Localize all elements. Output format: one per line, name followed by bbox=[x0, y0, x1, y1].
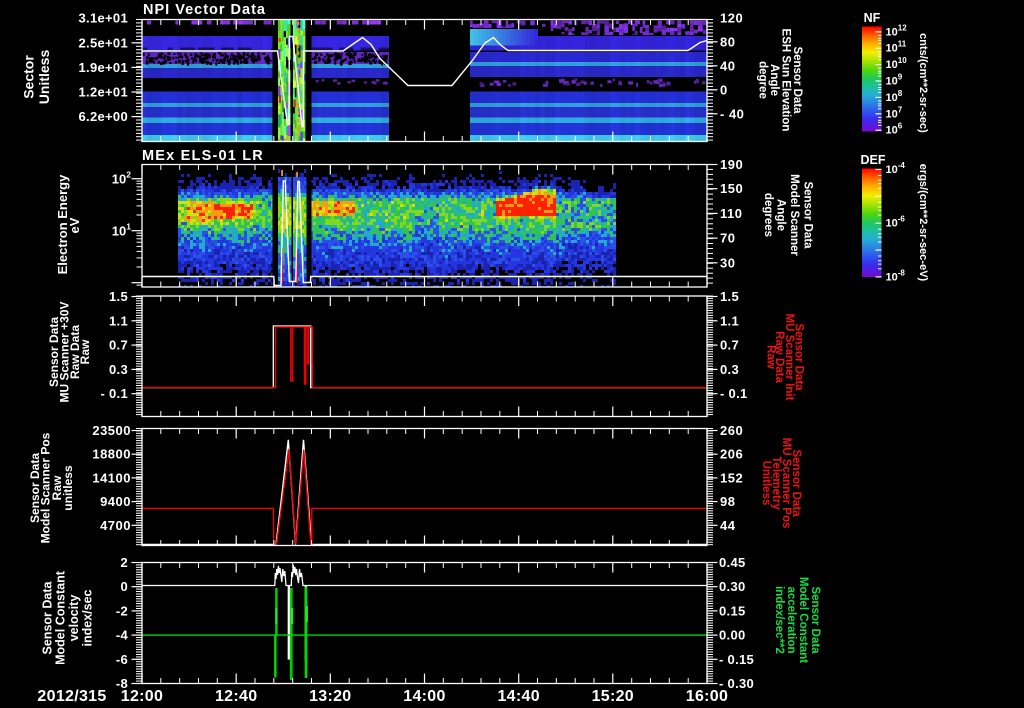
svg-text:1.2e+01: 1.2e+01 bbox=[79, 85, 128, 100]
svg-text:Sector: Sector bbox=[21, 55, 37, 99]
svg-text:ESH Sun Elevation: ESH Sun Elevation bbox=[780, 29, 792, 132]
svg-text:3.1e+01: 3.1e+01 bbox=[79, 11, 128, 26]
svg-text:120: 120 bbox=[720, 10, 743, 25]
svg-text:Unitless: Unitless bbox=[36, 50, 52, 105]
svg-text:2.5e+01: 2.5e+01 bbox=[79, 35, 128, 50]
svg-text:1.9e+01: 1.9e+01 bbox=[79, 60, 128, 75]
svg-text:degree: degree bbox=[757, 61, 769, 99]
svg-text:NPI Vector Data: NPI Vector Data bbox=[143, 2, 266, 18]
svg-text:Angle: Angle bbox=[768, 64, 780, 96]
svg-text:Sensor Data: Sensor Data bbox=[791, 46, 803, 114]
svg-text:6.2e+00: 6.2e+00 bbox=[79, 109, 128, 124]
svg-text:- 40: - 40 bbox=[720, 106, 744, 121]
svg-text:0: 0 bbox=[720, 82, 728, 97]
svg-text:40: 40 bbox=[720, 58, 735, 73]
svg-text:80: 80 bbox=[720, 34, 735, 49]
